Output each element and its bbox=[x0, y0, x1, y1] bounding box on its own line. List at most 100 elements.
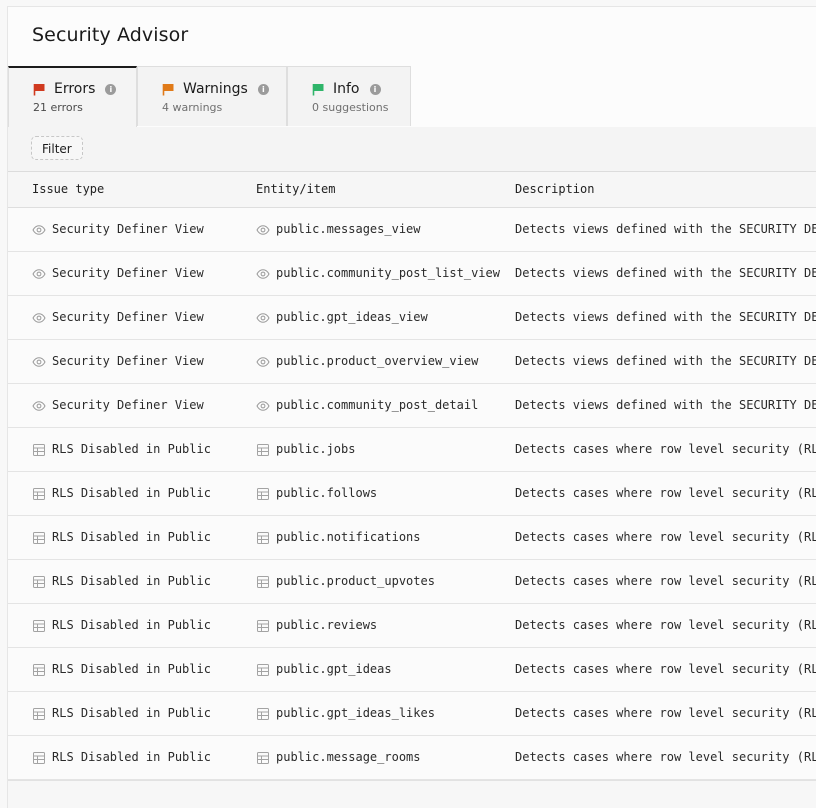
flag-icon bbox=[312, 83, 324, 95]
cell-description: Detects cases where row level security (… bbox=[515, 560, 816, 603]
cell-entity: public.reviews bbox=[256, 604, 506, 647]
table-row[interactable]: Security Definer View public.gpt_ideas_vi… bbox=[8, 296, 816, 340]
cell-entity: public.notifications bbox=[256, 516, 506, 559]
cell-description: Detects views defined with the SECURITY … bbox=[515, 252, 816, 295]
cell-issue-type: RLS Disabled in Public bbox=[32, 604, 246, 647]
table-icon bbox=[257, 531, 269, 544]
issue-type-text: RLS Disabled in Public bbox=[52, 662, 211, 676]
description-text: Detects views defined with the SECURITY … bbox=[515, 310, 816, 324]
entity-text: public.gpt_ideas_likes bbox=[276, 706, 435, 720]
issue-type-text: RLS Disabled in Public bbox=[52, 618, 211, 632]
info-icon: i bbox=[369, 83, 381, 95]
table-row[interactable]: RLS Disabled in Public public.product_upv… bbox=[8, 560, 816, 604]
entity-text: public.community_post_detail bbox=[276, 398, 479, 412]
tab-warnings[interactable]: Warnings i 4 warnings bbox=[137, 66, 287, 126]
entity-text: public.follows bbox=[276, 486, 378, 500]
table-footer bbox=[8, 780, 816, 808]
table-row[interactable]: RLS Disabled in Public public.message_roo… bbox=[8, 736, 816, 780]
eye-icon bbox=[256, 224, 270, 235]
eye-icon bbox=[32, 400, 46, 411]
issue-type-text: Security Definer View bbox=[52, 266, 204, 280]
table-row[interactable]: RLS Disabled in Public public.notificatio… bbox=[8, 516, 816, 560]
description-text: Detects views defined with the SECURITY … bbox=[515, 222, 816, 236]
table-icon bbox=[33, 707, 45, 720]
table-row[interactable]: Security Definer View public.product_over… bbox=[8, 340, 816, 384]
entity-text: public.gpt_ideas_view bbox=[276, 310, 428, 324]
table-row[interactable]: RLS Disabled in Public public.gpt_ideas_l… bbox=[8, 692, 816, 736]
description-text: Detects cases where row level security (… bbox=[515, 486, 816, 500]
tab-warnings-label: Warnings bbox=[183, 81, 248, 97]
cell-description: Detects views defined with the SECURITY … bbox=[515, 208, 816, 251]
entity-text: public.community_post_list_view bbox=[276, 266, 500, 280]
cell-entity: public.jobs bbox=[256, 428, 506, 471]
column-header-entity[interactable]: Entity/item bbox=[248, 172, 506, 207]
issue-type-text: RLS Disabled in Public bbox=[52, 574, 211, 588]
description-text: Detects cases where row level security (… bbox=[515, 530, 816, 544]
tab-errors-label: Errors bbox=[54, 81, 96, 97]
table-icon bbox=[257, 707, 269, 720]
entity-text: public.reviews bbox=[276, 618, 378, 632]
issue-type-text: RLS Disabled in Public bbox=[52, 750, 211, 764]
table-body: Security Definer View public.messages_vie… bbox=[8, 208, 816, 780]
cell-entity: public.product_upvotes bbox=[256, 560, 506, 603]
cell-description: Detects views defined with the SECURITY … bbox=[515, 384, 816, 427]
cell-entity: public.message_rooms bbox=[256, 736, 506, 779]
table-icon bbox=[33, 531, 45, 544]
tab-info[interactable]: Info i 0 suggestions bbox=[287, 66, 411, 126]
tab-info-count: 0 suggestions bbox=[312, 101, 389, 114]
table-icon bbox=[33, 575, 45, 588]
table-icon bbox=[257, 751, 269, 764]
eye-icon bbox=[32, 268, 46, 279]
tab-warnings-count: 4 warnings bbox=[162, 101, 223, 114]
cell-issue-type: RLS Disabled in Public bbox=[32, 692, 246, 735]
eye-icon bbox=[32, 224, 46, 235]
eye-icon bbox=[32, 356, 46, 367]
page-title: Security Advisor bbox=[32, 24, 189, 46]
cell-description: Detects cases where row level security (… bbox=[515, 516, 816, 559]
cell-description: Detects cases where row level security (… bbox=[515, 648, 816, 691]
issue-type-text: Security Definer View bbox=[52, 354, 204, 368]
cell-description: Detects views defined with the SECURITY … bbox=[515, 296, 816, 339]
entity-text: public.message_rooms bbox=[276, 750, 421, 764]
table-row[interactable]: Security Definer View public.community_po… bbox=[8, 384, 816, 428]
cell-description: Detects cases where row level security (… bbox=[515, 472, 816, 515]
issue-type-text: Security Definer View bbox=[52, 398, 204, 412]
table-row[interactable]: RLS Disabled in Public public.jobs Detects… bbox=[8, 428, 816, 472]
description-text: Detects cases where row level security (… bbox=[515, 574, 816, 588]
entity-text: public.gpt_ideas bbox=[276, 662, 392, 676]
filter-button[interactable]: Filter bbox=[31, 136, 83, 160]
tab-errors-count: 21 errors bbox=[33, 101, 83, 114]
column-header-description[interactable]: Description bbox=[507, 172, 816, 207]
table-row[interactable]: Security Definer View public.community_po… bbox=[8, 252, 816, 296]
cell-issue-type: Security Definer View bbox=[32, 252, 246, 295]
description-text: Detects cases where row level security (… bbox=[515, 750, 816, 764]
filter-row: Filter bbox=[8, 127, 816, 172]
description-text: Detects cases where row level security (… bbox=[515, 706, 816, 720]
description-text: Detects cases where row level security (… bbox=[515, 618, 816, 632]
entity-text: public.product_overview_view bbox=[276, 354, 479, 368]
table-row[interactable]: RLS Disabled in Public public.follows Dete… bbox=[8, 472, 816, 516]
column-header-issue-type[interactable]: Issue type bbox=[8, 172, 247, 207]
table-row[interactable]: Security Definer View public.messages_vie… bbox=[8, 208, 816, 252]
cell-issue-type: RLS Disabled in Public bbox=[32, 516, 246, 559]
cell-entity: public.gpt_ideas_likes bbox=[256, 692, 506, 735]
cell-issue-type: Security Definer View bbox=[32, 296, 246, 339]
table-header: Issue type Entity/item Description bbox=[8, 172, 816, 208]
table-icon bbox=[257, 575, 269, 588]
tab-errors[interactable]: Errors i 21 errors bbox=[8, 66, 137, 127]
cell-issue-type: Security Definer View bbox=[32, 384, 246, 427]
eye-icon bbox=[256, 400, 270, 411]
eye-icon bbox=[256, 268, 270, 279]
table-row[interactable]: RLS Disabled in Public public.gpt_ideas De… bbox=[8, 648, 816, 692]
flag-icon bbox=[162, 83, 174, 95]
cell-issue-type: Security Definer View bbox=[32, 208, 246, 251]
cell-entity: public.messages_view bbox=[256, 208, 506, 251]
cell-entity: public.gpt_ideas bbox=[256, 648, 506, 691]
issue-type-text: RLS Disabled in Public bbox=[52, 530, 211, 544]
description-text: Detects cases where row level security (… bbox=[515, 662, 816, 676]
table-icon bbox=[33, 751, 45, 764]
description-text: Detects cases where row level security (… bbox=[515, 442, 816, 456]
cell-entity: public.product_overview_view bbox=[256, 340, 506, 383]
table-row[interactable]: RLS Disabled in Public public.reviews Dete… bbox=[8, 604, 816, 648]
cell-description: Detects cases where row level security (… bbox=[515, 692, 816, 735]
